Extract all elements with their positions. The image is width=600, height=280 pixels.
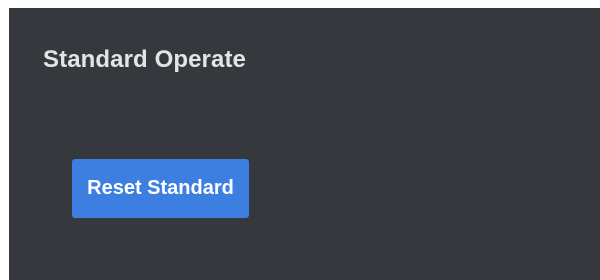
standard-operate-panel: Standard Operate Reset Standard [9,8,600,280]
reset-standard-button[interactable]: Reset Standard [72,159,249,218]
page: Standard Operate Reset Standard [0,0,600,280]
panel-title: Standard Operate [43,46,246,73]
